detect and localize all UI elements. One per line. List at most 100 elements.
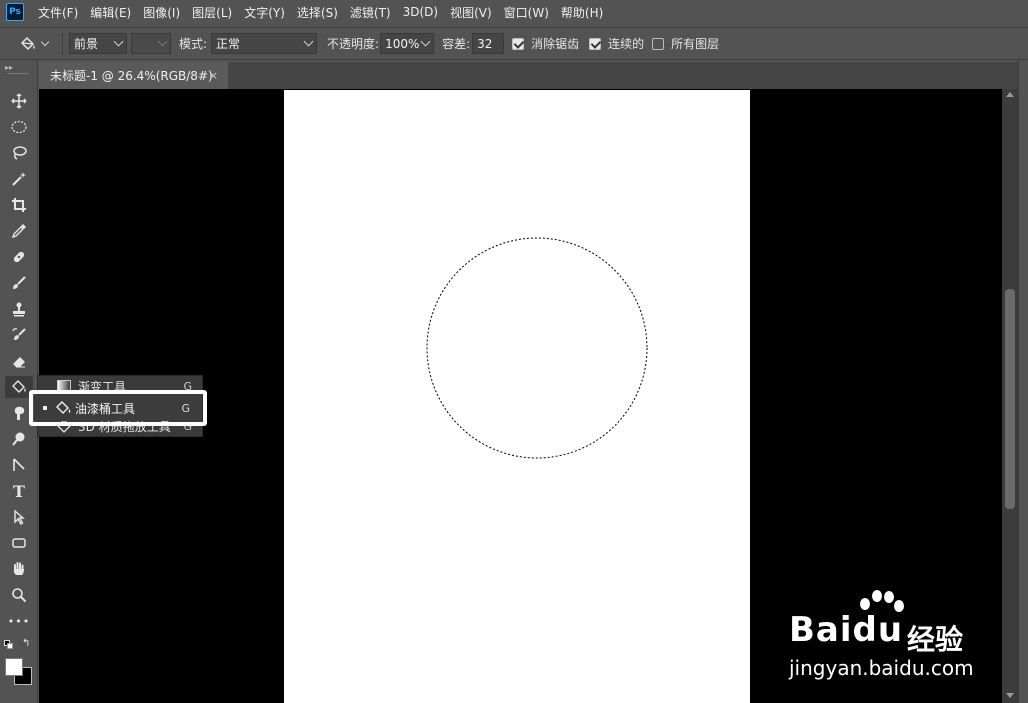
tool-zoom[interactable] (5, 584, 33, 606)
lasso-icon (13, 146, 27, 160)
history-brush-icon (12, 328, 26, 340)
more-icon: ••• (7, 614, 31, 628)
paint-bucket-icon (55, 400, 73, 416)
tool-eraser[interactable] (5, 350, 33, 372)
clone-stamp-icon (13, 302, 25, 317)
tool-eyedropper[interactable] (5, 220, 33, 242)
smudge-icon (14, 406, 25, 420)
tool-ellipse-marquee[interactable] (5, 116, 33, 138)
menu-file[interactable]: 文件(F) (36, 4, 80, 21)
tool-brush[interactable] (5, 272, 33, 294)
magic-wand-icon (12, 172, 26, 186)
divider (7, 73, 29, 74)
circle-selection-marquee (426, 237, 648, 459)
document-tab[interactable]: 未标题-1 @ 26.4%(RGB/8#) × (39, 62, 228, 89)
panel-collapse-icon[interactable]: ▸▸ (5, 63, 13, 72)
right-panel-strip (1018, 60, 1028, 703)
all-layers-label: 所有图层 (671, 37, 720, 51)
dodge-icon (12, 432, 25, 446)
vertical-scrollbar[interactable] (1002, 89, 1018, 703)
path-select-icon (14, 509, 25, 525)
swap-colors-icon[interactable]: ↰ (22, 638, 30, 649)
type-icon: T (13, 481, 25, 501)
tolerance-value: 32 (477, 36, 493, 51)
photoshop-logo-icon: Ps (6, 3, 24, 21)
tool-type[interactable]: T (5, 480, 33, 502)
tool-clone-stamp[interactable] (5, 298, 33, 320)
watermark-url: jingyan.baidu.com (789, 656, 974, 680)
chevron-down-icon (303, 36, 314, 47)
scroll-down-icon[interactable] (1006, 693, 1014, 698)
mode-value: 正常 (216, 37, 241, 51)
brush-icon (13, 276, 26, 289)
antialias-label: 消除锯齿 (531, 37, 580, 51)
ellipse-marquee-icon (11, 120, 27, 134)
tool-crop[interactable] (5, 194, 33, 216)
tool-magic-wand[interactable] (5, 168, 33, 190)
options-bar: 前景 模式: 正常 不透明度: 100% 容差: 32 消除锯齿 连续的 所有图… (0, 27, 1028, 60)
menu-3d[interactable]: 3D(D) (401, 5, 440, 19)
mode-dropdown[interactable]: 正常 (211, 33, 318, 54)
antialias-checkbox[interactable] (512, 37, 525, 50)
zoom-icon (12, 588, 27, 603)
menu-layer[interactable]: 图层(L) (190, 4, 234, 21)
hand-icon (13, 562, 24, 575)
opacity-field[interactable]: 100% (380, 33, 435, 54)
divider (62, 32, 63, 55)
document-tab-title: 未标题-1 @ 26.4%(RGB/8#) (50, 69, 213, 83)
eraser-icon (13, 357, 25, 368)
tool-pen[interactable] (5, 454, 33, 476)
default-colors-icon[interactable] (4, 640, 14, 650)
watermark-brand-du: du (852, 610, 904, 650)
contiguous-label: 连续的 (608, 37, 645, 51)
tool-preset-picker[interactable] (18, 35, 50, 53)
menu-window[interactable]: 窗口(W) (502, 4, 551, 21)
tool-more[interactable]: ••• (5, 610, 33, 632)
menu-filter[interactable]: 滤镜(T) (348, 4, 393, 21)
flyout-item-shortcut: G (181, 401, 190, 415)
scrollbar-thumb[interactable] (1005, 289, 1015, 509)
watermark-brand: Baidu (789, 610, 903, 650)
move-icon (11, 93, 27, 109)
tolerance-label: 容差: (442, 37, 471, 51)
tool-hand[interactable] (5, 558, 33, 580)
chevron-down-icon (113, 36, 124, 47)
tools-panel: ▸▸ T ••• ↰ (0, 60, 38, 703)
tool-lasso[interactable] (5, 142, 33, 164)
menu-edit[interactable]: 编辑(E) (88, 4, 133, 21)
fill-source-value: 前景 (74, 37, 99, 51)
tool-dodge[interactable] (5, 428, 33, 450)
document-canvas[interactable] (284, 90, 750, 703)
rectangle-icon (12, 538, 26, 548)
pattern-picker[interactable] (131, 33, 171, 54)
menu-bar: Ps 文件(F) 编辑(E) 图像(I) 图层(L) 文字(Y) 选择(S) 滤… (0, 0, 1028, 24)
fill-source-dropdown[interactable]: 前景 (69, 33, 127, 54)
flyout-item-paint-bucket[interactable]: 油漆桶工具 G (34, 395, 202, 421)
opacity-label: 不透明度: (327, 37, 380, 51)
menu-image[interactable]: 图像(I) (141, 4, 182, 21)
baidu-jingyan-watermark: Baidu 经验 jingyan.baidu.com (789, 588, 989, 683)
contiguous-checkbox[interactable] (589, 37, 602, 50)
tool-move[interactable] (5, 90, 33, 112)
eyedropper-icon (11, 224, 26, 239)
foreground-color-swatch[interactable] (5, 658, 23, 676)
tool-path-select[interactable] (5, 506, 33, 528)
chevron-down-icon (157, 36, 168, 47)
tool-history-brush[interactable] (5, 324, 33, 346)
document-tab-bar: 未标题-1 @ 26.4%(RGB/8#) × (39, 62, 1028, 89)
chevron-down-icon (420, 36, 431, 47)
tool-rectangle[interactable] (5, 532, 33, 554)
menu-select[interactable]: 选择(S) (295, 4, 340, 21)
menu-view[interactable]: 视图(V) (448, 4, 494, 21)
scroll-up-icon[interactable] (1006, 92, 1014, 97)
menu-type[interactable]: 文字(Y) (242, 4, 287, 21)
paint-bucket-icon (12, 380, 26, 393)
mode-label: 模式: (179, 37, 208, 51)
close-icon[interactable]: × (209, 69, 218, 82)
menu-help[interactable]: 帮助(H) (559, 4, 605, 21)
all-layers-checkbox[interactable] (652, 37, 665, 50)
tolerance-field[interactable]: 32 (472, 33, 505, 54)
opacity-value: 100% (385, 36, 420, 51)
tool-healing-brush[interactable] (5, 246, 33, 268)
watermark-brand-bai: Bai (789, 610, 853, 650)
